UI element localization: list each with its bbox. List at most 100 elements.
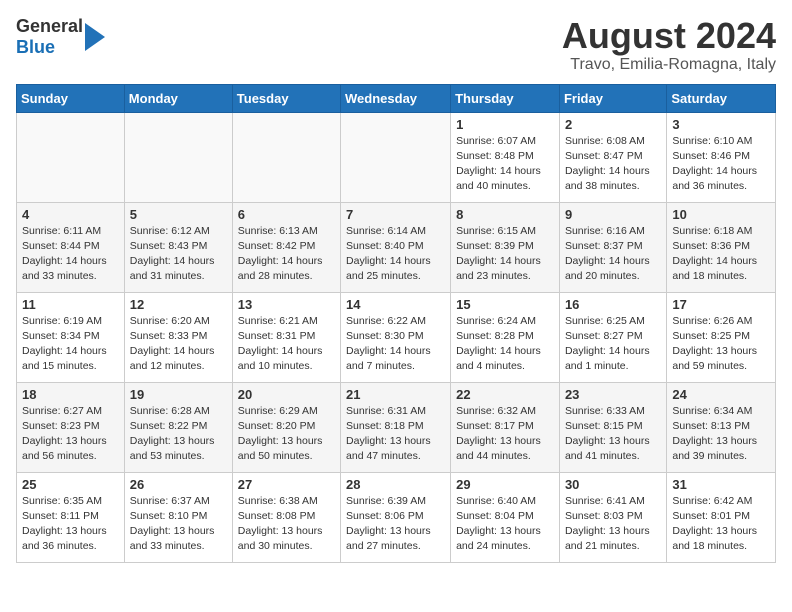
calendar-day-cell: 7 Sunrise: 6:14 AMSunset: 8:40 PMDaylight…: [341, 202, 451, 292]
day-info: Sunrise: 6:38 AMSunset: 8:08 PMDaylight:…: [238, 494, 335, 555]
calendar-day-cell: 22Sunrise: 6:32 AMSunset: 8:17 PMDayligh…: [451, 382, 560, 472]
day-info: Sunrise: 6:42 AMSunset: 8:01 PMDaylight:…: [672, 494, 770, 555]
month-year-title: August 2024: [562, 16, 776, 56]
day-of-week-header: Friday: [559, 84, 666, 112]
calendar-day-cell: 18 Sunrise: 6:27 AMSunset: 8:23 PMDayligh…: [17, 382, 125, 472]
calendar-day-cell: 28Sunrise: 6:39 AMSunset: 8:06 PMDayligh…: [341, 472, 451, 562]
calendar-day-cell: 17Sunrise: 6:26 AMSunset: 8:25 PMDayligh…: [667, 292, 776, 382]
day-of-week-header: Saturday: [667, 84, 776, 112]
day-info: Sunrise: 6:27 AMSunset: 8:23 PMDaylight:…: [22, 404, 119, 465]
day-number: 30: [565, 477, 661, 492]
logo-text: General Blue: [16, 16, 83, 58]
day-info: Sunrise: 6:31 AMSunset: 8:18 PMDaylight:…: [346, 404, 445, 465]
day-info: Sunrise: 6:25 AMSunset: 8:27 PMDaylight:…: [565, 314, 661, 375]
calendar-day-cell: 23 Sunrise: 6:33 AMSunset: 8:15 PMDayligh…: [559, 382, 666, 472]
day-info: Sunrise: 6:21 AMSunset: 8:31 PMDaylight:…: [238, 314, 335, 375]
day-number: 11: [22, 297, 119, 312]
day-info: Sunrise: 6:11 AMSunset: 8:44 PMDaylight:…: [22, 224, 119, 285]
calendar-day-cell: 6Sunrise: 6:13 AMSunset: 8:42 PMDaylight…: [232, 202, 340, 292]
day-number: 27: [238, 477, 335, 492]
calendar-day-cell: 13 Sunrise: 6:21 AMSunset: 8:31 PMDayligh…: [232, 292, 340, 382]
day-number: 20: [238, 387, 335, 402]
calendar-day-cell: [341, 112, 451, 202]
day-number: 4: [22, 207, 119, 222]
day-info: Sunrise: 6:14 AMSunset: 8:40 PMDaylight:…: [346, 224, 445, 285]
day-info: Sunrise: 6:13 AMSunset: 8:42 PMDaylight:…: [238, 224, 335, 285]
calendar-day-cell: 4 Sunrise: 6:11 AMSunset: 8:44 PMDaylight…: [17, 202, 125, 292]
day-info: Sunrise: 6:15 AMSunset: 8:39 PMDaylight:…: [456, 224, 554, 285]
day-number: 17: [672, 297, 770, 312]
calendar-week-row: 1 Sunrise: 6:07 AMSunset: 8:48 PMDaylight…: [17, 112, 776, 202]
day-number: 2: [565, 117, 661, 132]
calendar-day-cell: 8 Sunrise: 6:15 AMSunset: 8:39 PMDaylight…: [451, 202, 560, 292]
day-number: 25: [22, 477, 119, 492]
day-number: 9: [565, 207, 661, 222]
day-number: 18: [22, 387, 119, 402]
calendar-week-row: 25 Sunrise: 6:35 AMSunset: 8:11 PMDayligh…: [17, 472, 776, 562]
day-number: 13: [238, 297, 335, 312]
calendar-day-cell: 16Sunrise: 6:25 AMSunset: 8:27 PMDayligh…: [559, 292, 666, 382]
calendar-day-cell: 25 Sunrise: 6:35 AMSunset: 8:11 PMDayligh…: [17, 472, 125, 562]
calendar-day-cell: [124, 112, 232, 202]
day-number: 29: [456, 477, 554, 492]
day-number: 1: [456, 117, 554, 132]
day-number: 8: [456, 207, 554, 222]
calendar-day-cell: 26Sunrise: 6:37 AMSunset: 8:10 PMDayligh…: [124, 472, 232, 562]
calendar-day-cell: 5 Sunrise: 6:12 AMSunset: 8:43 PMDaylight…: [124, 202, 232, 292]
calendar-body: 1 Sunrise: 6:07 AMSunset: 8:48 PMDaylight…: [17, 112, 776, 562]
day-number: 7: [346, 207, 445, 222]
calendar-day-cell: [17, 112, 125, 202]
day-number: 21: [346, 387, 445, 402]
day-info: Sunrise: 6:28 AMSunset: 8:22 PMDaylight:…: [130, 404, 227, 465]
day-number: 26: [130, 477, 227, 492]
calendar-day-cell: 10 Sunrise: 6:18 AMSunset: 8:36 PMDayligh…: [667, 202, 776, 292]
day-info: Sunrise: 6:33 AMSunset: 8:15 PMDaylight:…: [565, 404, 661, 465]
header-row: SundayMondayTuesdayWednesdayThursdayFrid…: [17, 84, 776, 112]
day-info: Sunrise: 6:41 AMSunset: 8:03 PMDaylight:…: [565, 494, 661, 555]
day-number: 24: [672, 387, 770, 402]
calendar-day-cell: 29 Sunrise: 6:40 AMSunset: 8:04 PMDayligh…: [451, 472, 560, 562]
day-info: Sunrise: 6:18 AMSunset: 8:36 PMDaylight:…: [672, 224, 770, 285]
day-info: Sunrise: 6:32 AMSunset: 8:17 PMDaylight:…: [456, 404, 554, 465]
day-number: 23: [565, 387, 661, 402]
day-info: Sunrise: 6:35 AMSunset: 8:11 PMDaylight:…: [22, 494, 119, 555]
logo-icon: [85, 23, 105, 51]
calendar-table: SundayMondayTuesdayWednesdayThursdayFrid…: [16, 84, 776, 563]
calendar-day-cell: 31 Sunrise: 6:42 AMSunset: 8:01 PMDayligh…: [667, 472, 776, 562]
calendar-day-cell: 15Sunrise: 6:24 AMSunset: 8:28 PMDayligh…: [451, 292, 560, 382]
day-info: Sunrise: 6:12 AMSunset: 8:43 PMDaylight:…: [130, 224, 227, 285]
day-of-week-header: Tuesday: [232, 84, 340, 112]
day-of-week-header: Sunday: [17, 84, 125, 112]
day-number: 5: [130, 207, 227, 222]
day-number: 31: [672, 477, 770, 492]
title-block: August 2024 Travo, Emilia-Romagna, Italy: [562, 16, 776, 74]
day-info: Sunrise: 6:20 AMSunset: 8:33 PMDaylight:…: [130, 314, 227, 375]
day-info: Sunrise: 6:29 AMSunset: 8:20 PMDaylight:…: [238, 404, 335, 465]
calendar-day-cell: 1 Sunrise: 6:07 AMSunset: 8:48 PMDaylight…: [451, 112, 560, 202]
day-info: Sunrise: 6:08 AMSunset: 8:47 PMDaylight:…: [565, 134, 661, 195]
day-of-week-header: Wednesday: [341, 84, 451, 112]
day-of-week-header: Monday: [124, 84, 232, 112]
location-subtitle: Travo, Emilia-Romagna, Italy: [562, 56, 776, 74]
calendar-header: SundayMondayTuesdayWednesdayThursdayFrid…: [17, 84, 776, 112]
calendar-day-cell: 14Sunrise: 6:22 AMSunset: 8:30 PMDayligh…: [341, 292, 451, 382]
logo-general: General: [16, 16, 83, 37]
day-info: Sunrise: 6:34 AMSunset: 8:13 PMDaylight:…: [672, 404, 770, 465]
day-number: 14: [346, 297, 445, 312]
calendar-day-cell: 24 Sunrise: 6:34 AMSunset: 8:13 PMDayligh…: [667, 382, 776, 472]
day-number: 10: [672, 207, 770, 222]
calendar-day-cell: 9Sunrise: 6:16 AMSunset: 8:37 PMDaylight…: [559, 202, 666, 292]
calendar-day-cell: 19Sunrise: 6:28 AMSunset: 8:22 PMDayligh…: [124, 382, 232, 472]
calendar-week-row: 4 Sunrise: 6:11 AMSunset: 8:44 PMDaylight…: [17, 202, 776, 292]
calendar-day-cell: 2 Sunrise: 6:08 AMSunset: 8:47 PMDaylight…: [559, 112, 666, 202]
day-info: Sunrise: 6:19 AMSunset: 8:34 PMDaylight:…: [22, 314, 119, 375]
calendar-day-cell: 30 Sunrise: 6:41 AMSunset: 8:03 PMDayligh…: [559, 472, 666, 562]
day-info: Sunrise: 6:40 AMSunset: 8:04 PMDaylight:…: [456, 494, 554, 555]
calendar-day-cell: 3Sunrise: 6:10 AMSunset: 8:46 PMDaylight…: [667, 112, 776, 202]
page-header: General Blue August 2024 Travo, Emilia-R…: [16, 16, 776, 74]
day-of-week-header: Thursday: [451, 84, 560, 112]
day-info: Sunrise: 6:07 AMSunset: 8:48 PMDaylight:…: [456, 134, 554, 195]
calendar-day-cell: 12Sunrise: 6:20 AMSunset: 8:33 PMDayligh…: [124, 292, 232, 382]
day-info: Sunrise: 6:24 AMSunset: 8:28 PMDaylight:…: [456, 314, 554, 375]
calendar-week-row: 18 Sunrise: 6:27 AMSunset: 8:23 PMDayligh…: [17, 382, 776, 472]
